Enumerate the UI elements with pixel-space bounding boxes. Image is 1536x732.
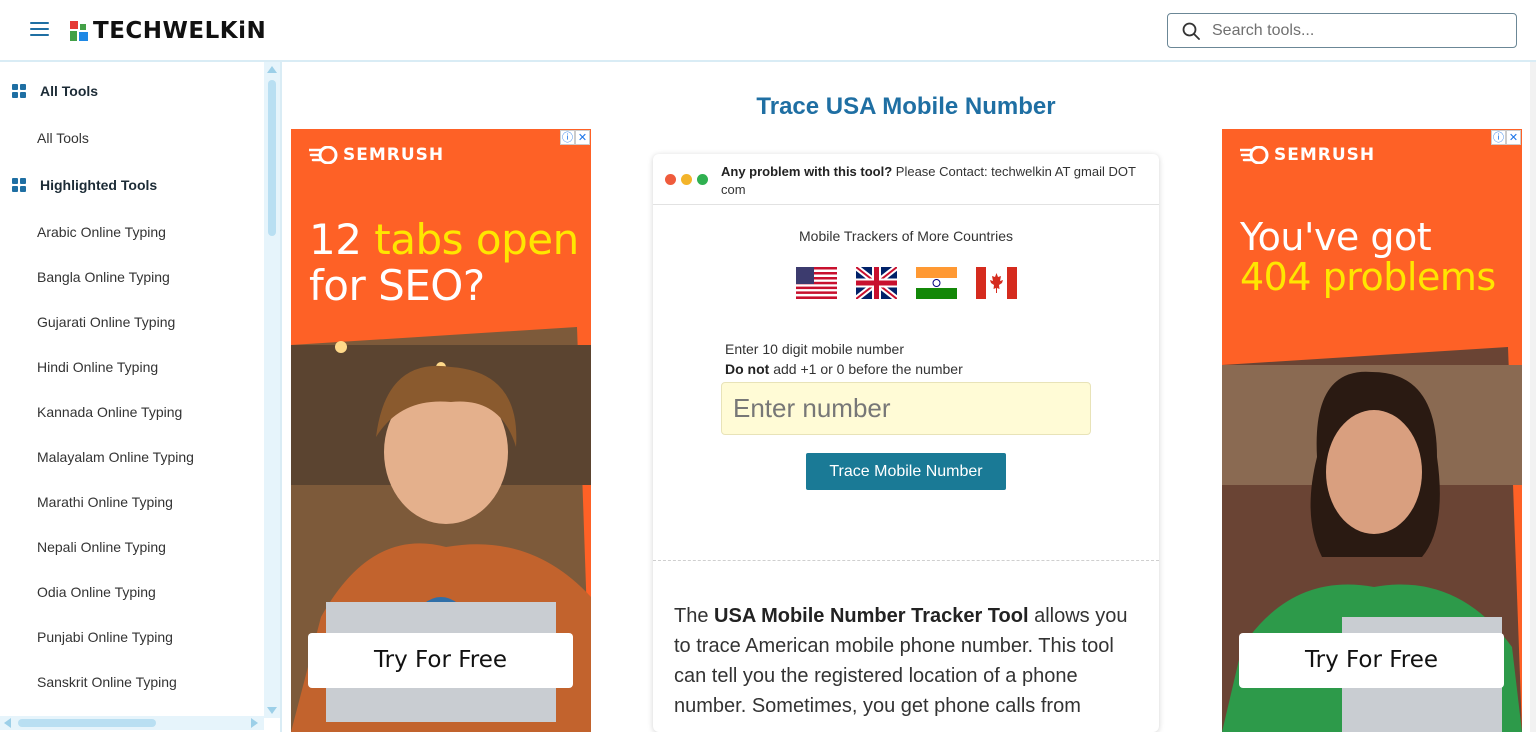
sidebar-item-malayalam[interactable]: Malayalam Online Typing <box>37 449 194 465</box>
semrush-logo-icon <box>1240 146 1269 164</box>
semrush-brand: SEMRUSH <box>309 145 444 165</box>
techwelkin-logo[interactable]: TECHWELKiN <box>70 17 266 45</box>
scroll-left-arrow-icon[interactable] <box>4 718 11 728</box>
sidebar-vertical-scrollbar[interactable] <box>264 62 280 718</box>
tool-description: The USA Mobile Number Tracker Tool allow… <box>674 601 1144 721</box>
ad-controls: ⓘ ✕ <box>560 130 590 145</box>
sidebar-horizontal-scrollbar[interactable] <box>0 716 264 730</box>
sidebar: All Tools All Tools Highlighted Tools Ar… <box>0 62 280 732</box>
input-hint-bold: Do not <box>725 361 770 377</box>
sidebar-divider <box>280 62 282 732</box>
description-bold: USA Mobile Number Tracker Tool <box>714 605 1029 627</box>
input-label: Enter 10 digit mobile number <box>725 341 904 357</box>
sidebar-item-bangla[interactable]: Bangla Online Typing <box>37 269 170 285</box>
notice-bold: Any problem with this tool? <box>721 164 893 179</box>
india-flag-icon[interactable] <box>916 267 957 299</box>
ad-headline-yellow: tabs open <box>374 215 579 264</box>
ad-cta-button[interactable]: Try For Free <box>1239 633 1504 688</box>
ad-close-icon[interactable]: ✕ <box>575 130 590 145</box>
ad-info-icon[interactable]: ⓘ <box>560 130 575 145</box>
sidebar-item-marathi[interactable]: Marathi Online Typing <box>37 494 173 510</box>
search-icon <box>1182 22 1200 40</box>
left-ad-banner[interactable]: SEMRUSH ⓘ ✕ 12 tabs open for SEO? Try Fo… <box>291 129 591 732</box>
grid-icon <box>12 177 27 193</box>
scroll-right-arrow-icon[interactable] <box>251 718 258 728</box>
mobile-number-input[interactable] <box>721 382 1091 435</box>
sidebar-section-label: All Tools <box>40 83 99 99</box>
sidebar-item-gujarati[interactable]: Gujarati Online Typing <box>37 314 175 330</box>
sidebar-section-all-tools[interactable]: All Tools <box>12 83 98 99</box>
ad-controls: ⓘ ✕ <box>1491 130 1521 145</box>
ad-info-icon[interactable]: ⓘ <box>1491 130 1506 145</box>
trace-mobile-number-button[interactable]: Trace Mobile Number <box>806 453 1006 490</box>
sidebar-item-kannada[interactable]: Kannada Online Typing <box>37 404 182 420</box>
tool-card: Any problem with this tool? Please Conta… <box>653 154 1159 732</box>
ad-headline: 12 tabs open for SEO? <box>309 217 579 309</box>
ad-brand-text: SEMRUSH <box>343 145 445 165</box>
description-pre: The <box>674 605 715 627</box>
sidebar-item-all-tools[interactable]: All Tools <box>37 130 89 146</box>
semrush-brand: SEMRUSH <box>1240 145 1375 165</box>
logo-mark-icon <box>70 21 90 41</box>
right-ad-banner[interactable]: SEMRUSH ⓘ ✕ You've got 404 problems Try … <box>1222 129 1522 732</box>
ad-headline-white-2: for SEO? <box>309 261 485 310</box>
sidebar-item-sanskrit[interactable]: Sanskrit Online Typing <box>37 674 177 690</box>
sidebar-item-odia[interactable]: Odia Online Typing <box>37 584 156 600</box>
country-flags <box>796 267 1036 299</box>
logo-text: TECHWELKiN <box>93 18 267 44</box>
section-divider <box>653 560 1159 561</box>
sidebar-item-arabic[interactable]: Arabic Online Typing <box>37 224 166 240</box>
ad-close-icon[interactable]: ✕ <box>1506 130 1521 145</box>
input-hint: Do not add +1 or 0 before the number <box>725 361 963 377</box>
page-scrollbar-edge[interactable] <box>1530 62 1536 732</box>
ad-headline-white: 12 <box>309 215 375 264</box>
top-header: TECHWELKiN <box>0 0 1536 62</box>
scroll-up-arrow-icon[interactable] <box>267 66 277 73</box>
contact-notice: Any problem with this tool? Please Conta… <box>721 163 1146 199</box>
scrollbar-thumb[interactable] <box>268 80 276 236</box>
input-hint-text: add +1 or 0 before the number <box>769 361 963 377</box>
card-header: Any problem with this tool? Please Conta… <box>653 154 1159 205</box>
semrush-logo-icon <box>309 146 338 164</box>
hamburger-menu-icon[interactable] <box>30 22 49 38</box>
sidebar-section-label: Highlighted Tools <box>40 177 158 193</box>
search-input[interactable] <box>1212 21 1502 40</box>
ad-headline-white: You've got <box>1240 215 1432 259</box>
usa-flag-icon[interactable] <box>796 267 837 299</box>
sidebar-item-nepali[interactable]: Nepali Online Typing <box>37 539 166 555</box>
ad-cta-button[interactable]: Try For Free <box>308 633 573 688</box>
search-box[interactable] <box>1167 13 1517 48</box>
trackers-label: Mobile Trackers of More Countries <box>799 228 1013 244</box>
window-dots-icon <box>665 174 713 185</box>
scrollbar-thumb[interactable] <box>18 719 156 727</box>
ad-headline-yellow: 404 problems <box>1240 255 1496 299</box>
page-title: Trace USA Mobile Number <box>756 93 1056 120</box>
scroll-down-arrow-icon[interactable] <box>267 707 277 714</box>
ad-brand-text: SEMRUSH <box>1274 145 1376 165</box>
sidebar-section-highlighted-tools[interactable]: Highlighted Tools <box>12 177 157 193</box>
uk-flag-icon[interactable] <box>856 267 897 299</box>
grid-icon <box>12 83 27 99</box>
sidebar-item-punjabi[interactable]: Punjabi Online Typing <box>37 629 173 645</box>
sidebar-item-hindi[interactable]: Hindi Online Typing <box>37 359 158 375</box>
canada-flag-icon[interactable] <box>976 267 1017 299</box>
ad-headline: You've got 404 problems <box>1240 217 1510 297</box>
